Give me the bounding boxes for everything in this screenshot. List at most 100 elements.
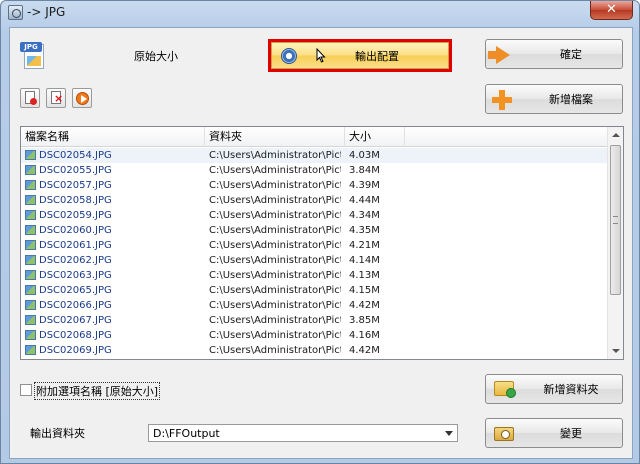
file-list-header: 檔案名稱 資料夾 大小	[21, 127, 609, 147]
size-cell: 4.14M	[349, 255, 380, 266]
append-option-name-checkbox[interactable]	[20, 384, 32, 396]
output-config-label: 輸出配置	[355, 49, 399, 63]
window-title: -> JPG	[27, 5, 66, 19]
chevron-down-icon[interactable]	[445, 431, 453, 436]
size-cell: 3.85M	[349, 315, 380, 326]
ok-label: 確定	[560, 48, 582, 61]
add-file-button[interactable]: 新增檔案	[485, 84, 623, 114]
file-name-cell: DSC02067.JPG	[39, 315, 112, 326]
folder-cell: C:\Users\Administrator\Pict...	[209, 315, 341, 326]
file-name-cell: DSC02068.JPG	[39, 330, 112, 341]
output-folder-select[interactable]: D:\FFOutput	[148, 424, 458, 442]
size-cell: 4.13M	[349, 270, 380, 281]
folder-cell: C:\Users\Administrator\Pict...	[209, 165, 341, 176]
folder-cell: C:\Users\Administrator\Pict...	[209, 330, 341, 341]
output-folder-value: D:\FFOutput	[153, 427, 220, 440]
add-folder-button[interactable]: 新增資料夾	[485, 374, 623, 404]
table-row[interactable]: DSC02055.JPG C:\Users\Administrator\Pict.…	[21, 163, 609, 178]
change-folder-label: 變更	[560, 427, 582, 440]
file-name-cell: DSC02060.JPG	[39, 225, 112, 236]
app-window: -> JPG ✕ JPG 原始大小 輸出配置 確定 × 新增檔案 檔案名稱 資料…	[0, 0, 640, 464]
file-list[interactable]: 檔案名稱 資料夾 大小 DSC02054.JPG C:\Users\Adminis…	[20, 126, 624, 360]
table-row[interactable]: DSC02068.JPG C:\Users\Administrator\Pict.…	[21, 328, 609, 343]
add-file-tool-button[interactable]	[20, 88, 40, 108]
table-row[interactable]: DSC02067.JPG C:\Users\Administrator\Pict.…	[21, 313, 609, 328]
append-option-name-label[interactable]: 附加選項名稱 [原始大小]	[34, 382, 161, 400]
size-cell: 4.15M	[349, 285, 380, 296]
ok-button[interactable]: 確定	[485, 39, 623, 69]
folder-cell: C:\Users\Administrator\Pict...	[209, 195, 341, 206]
size-cell: 4.39M	[349, 180, 380, 191]
file-name-cell: DSC02062.JPG	[39, 255, 112, 266]
file-name-cell: DSC02054.JPG	[39, 150, 112, 161]
add-file-label: 新增檔案	[549, 93, 593, 106]
vertical-scrollbar[interactable]	[607, 127, 623, 359]
arrow-right-icon	[488, 46, 510, 64]
dialog-body: JPG 原始大小 輸出配置 確定 × 新增檔案 檔案名稱 資料夾 大小 DSC0…	[9, 27, 633, 459]
file-rows: DSC02054.JPG C:\Users\Administrator\Pict.…	[21, 148, 609, 358]
table-row[interactable]: DSC02063.JPG C:\Users\Administrator\Pict.…	[21, 268, 609, 283]
scroll-up-icon[interactable]	[608, 127, 623, 143]
play-icon	[76, 92, 89, 105]
add-folder-label: 新增資料夾	[543, 383, 599, 396]
table-row[interactable]: DSC02069.JPG C:\Users\Administrator\Pict.…	[21, 343, 609, 358]
title-bar[interactable]: -> JPG ✕	[1, 1, 639, 25]
close-button[interactable]: ✕	[590, 1, 633, 20]
table-row[interactable]: DSC02061.JPG C:\Users\Administrator\Pict.…	[21, 238, 609, 253]
output-config-button[interactable]: 輸出配置	[268, 39, 452, 72]
add-folder-icon	[494, 381, 516, 398]
folder-cell: C:\Users\Administrator\Pict...	[209, 285, 341, 296]
file-name-cell: DSC02066.JPG	[39, 300, 112, 311]
size-cell: 4.03M	[349, 150, 380, 161]
size-cell: 4.42M	[349, 345, 380, 356]
plus-icon	[492, 90, 512, 110]
folder-cell: C:\Users\Administrator\Pict...	[209, 240, 341, 251]
column-header-filename[interactable]: 檔案名稱	[21, 127, 205, 147]
folder-cell: C:\Users\Administrator\Pict...	[209, 225, 341, 236]
app-icon	[8, 5, 23, 20]
file-name-cell: DSC02063.JPG	[39, 270, 112, 281]
size-cell: 4.42M	[349, 300, 380, 311]
folder-open-icon	[494, 427, 514, 441]
size-cell: 4.44M	[349, 195, 380, 206]
table-row[interactable]: DSC02058.JPG C:\Users\Administrator\Pict.…	[21, 193, 609, 208]
table-row[interactable]: DSC02057.JPG C:\Users\Administrator\Pict.…	[21, 178, 609, 193]
table-row[interactable]: DSC02066.JPG C:\Users\Administrator\Pict.…	[21, 298, 609, 313]
file-name-cell: DSC02069.JPG	[39, 345, 112, 356]
gear-icon	[281, 48, 297, 64]
file-name-cell: DSC02059.JPG	[39, 210, 112, 221]
folder-cell: C:\Users\Administrator\Pict...	[209, 180, 341, 191]
folder-cell: C:\Users\Administrator\Pict...	[209, 210, 341, 221]
output-folder-label: 輸出資料夾	[30, 427, 85, 440]
table-row[interactable]: DSC02065.JPG C:\Users\Administrator\Pict.…	[21, 283, 609, 298]
folder-cell: C:\Users\Administrator\Pict...	[209, 270, 341, 281]
size-setting-label: 原始大小	[134, 50, 178, 63]
change-folder-button[interactable]: 變更	[485, 418, 623, 448]
size-cell: 3.84M	[349, 165, 380, 176]
file-name-cell: DSC02061.JPG	[39, 240, 112, 251]
column-header-folder[interactable]: 資料夾	[205, 127, 345, 147]
column-header-size[interactable]: 大小	[345, 127, 405, 147]
size-cell: 4.35M	[349, 225, 380, 236]
remove-file-tool-button[interactable]: ×	[46, 88, 66, 108]
table-row[interactable]: DSC02062.JPG C:\Users\Administrator\Pict.…	[21, 253, 609, 268]
jpg-format-icon: JPG	[20, 42, 46, 70]
file-name-cell: DSC02055.JPG	[39, 165, 112, 176]
file-name-cell: DSC02058.JPG	[39, 195, 112, 206]
folder-cell: C:\Users\Administrator\Pict...	[209, 150, 341, 161]
folder-cell: C:\Users\Administrator\Pict...	[209, 345, 341, 356]
table-row[interactable]: DSC02054.JPG C:\Users\Administrator\Pict.…	[21, 148, 609, 163]
table-row[interactable]: DSC02059.JPG C:\Users\Administrator\Pict.…	[21, 208, 609, 223]
scroll-down-icon[interactable]	[608, 343, 623, 359]
folder-cell: C:\Users\Administrator\Pict...	[209, 300, 341, 311]
file-name-cell: DSC02065.JPG	[39, 285, 112, 296]
folder-cell: C:\Users\Administrator\Pict...	[209, 255, 341, 266]
play-tool-button[interactable]	[72, 88, 92, 108]
size-cell: 4.34M	[349, 210, 380, 221]
column-header-empty	[405, 127, 609, 147]
file-name-cell: DSC02057.JPG	[39, 180, 112, 191]
table-row[interactable]: DSC02060.JPG C:\Users\Administrator\Pict.…	[21, 223, 609, 238]
size-cell: 4.21M	[349, 240, 380, 251]
size-cell: 4.16M	[349, 330, 380, 341]
scroll-thumb[interactable]	[610, 145, 621, 295]
